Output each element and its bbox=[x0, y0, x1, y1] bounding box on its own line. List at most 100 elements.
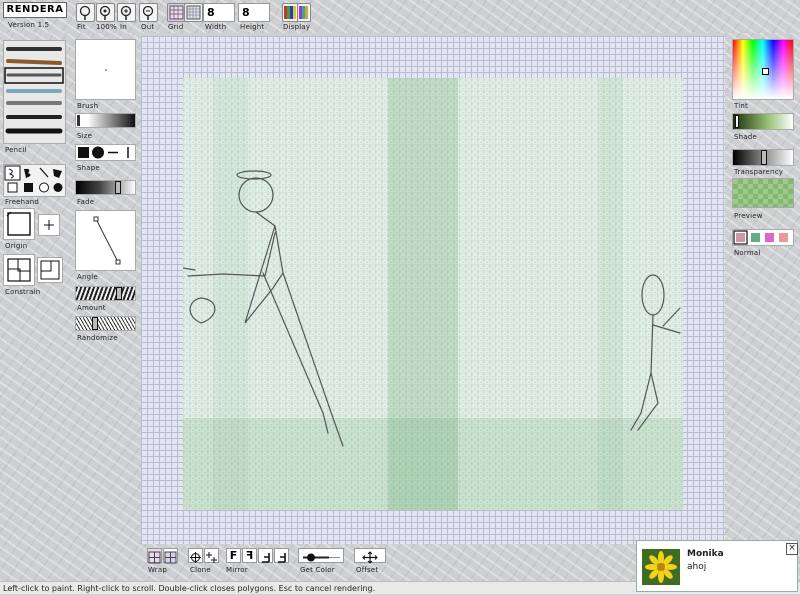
close-glyph: × bbox=[788, 543, 796, 553]
shade-slider-handle[interactable] bbox=[735, 115, 739, 128]
transparency-slider-handle[interactable] bbox=[761, 150, 767, 165]
magnifier-icon bbox=[99, 5, 111, 20]
tint-color-picker[interactable] bbox=[732, 39, 794, 100]
brush-label: Brush bbox=[77, 102, 99, 110]
amount-label: Amount bbox=[77, 304, 106, 312]
origin-corner[interactable] bbox=[3, 208, 35, 240]
clone-icon bbox=[206, 552, 217, 563]
freehand-label: Freehand bbox=[5, 198, 40, 206]
grid-label: Grid bbox=[168, 23, 184, 31]
randomize-slider[interactable] bbox=[75, 316, 136, 331]
app-version: Version 1.5 bbox=[8, 21, 50, 29]
notification-message: ahoj bbox=[687, 562, 707, 572]
amount-slider[interactable] bbox=[75, 286, 136, 301]
mirror-button-1[interactable]: F bbox=[226, 548, 241, 563]
wrap-icon bbox=[148, 551, 161, 564]
crosshair-icon bbox=[190, 552, 201, 563]
origin-label: Origin bbox=[5, 242, 28, 250]
fade-slider[interactable] bbox=[75, 180, 136, 195]
wrap-icon bbox=[164, 551, 177, 564]
tint-label: Tint bbox=[734, 102, 748, 110]
crosshair-icon bbox=[44, 220, 54, 230]
origin-corner-icon bbox=[6, 211, 31, 236]
fine-grid-icon bbox=[186, 5, 201, 20]
mirror-button-2[interactable]: ꟻ bbox=[242, 548, 257, 563]
wrap-button-2[interactable] bbox=[163, 548, 178, 564]
width-value: 8 bbox=[207, 6, 215, 19]
zoom-out-button[interactable] bbox=[139, 3, 158, 22]
mirror-horizontal-icon: ꟻ bbox=[245, 549, 254, 562]
zoom-in-icon bbox=[120, 5, 132, 20]
shade-slider[interactable] bbox=[732, 113, 794, 130]
angle-control[interactable] bbox=[75, 210, 136, 271]
width-input[interactable]: 8 bbox=[203, 3, 235, 22]
drawing-paper[interactable] bbox=[183, 78, 683, 510]
constrain-icon bbox=[7, 258, 31, 282]
close-icon[interactable]: × bbox=[786, 543, 798, 555]
shape-label: Shape bbox=[77, 164, 100, 172]
transparency-label: Transparency bbox=[734, 168, 784, 176]
fit-button[interactable] bbox=[76, 3, 95, 22]
size-label: Size bbox=[77, 132, 93, 140]
tint-picker-cursor[interactable] bbox=[762, 68, 769, 75]
randomize-slider-handle[interactable] bbox=[92, 317, 98, 330]
grid-icon bbox=[169, 5, 184, 20]
mirror-button-3[interactable] bbox=[258, 548, 273, 563]
chat-notification[interactable]: Monika ahoj × bbox=[636, 540, 798, 592]
randomize-label: Randomize bbox=[77, 334, 118, 342]
zoom-100-button[interactable] bbox=[96, 3, 115, 22]
color-bars-icon bbox=[299, 6, 308, 19]
mirror-vertical-icon bbox=[262, 553, 270, 563]
magnifier-icon bbox=[79, 5, 91, 20]
sketch-drawing bbox=[183, 78, 683, 510]
amount-slider-handle[interactable] bbox=[116, 287, 122, 300]
pencil-selector[interactable] bbox=[3, 40, 66, 144]
avatar bbox=[642, 549, 680, 585]
constrain-option-1[interactable] bbox=[3, 254, 35, 286]
constrain-option-2[interactable] bbox=[37, 257, 63, 283]
zoom-in-label: In bbox=[120, 23, 127, 31]
notification-sender: Monika bbox=[687, 549, 724, 559]
mirror-f-icon: F bbox=[229, 549, 238, 562]
display-label: Display bbox=[283, 23, 311, 31]
fade-slider-handle[interactable] bbox=[115, 181, 121, 194]
zoom-out-label: Out bbox=[141, 23, 155, 31]
grid-button-fine[interactable] bbox=[184, 3, 203, 22]
mirror-button-4[interactable] bbox=[274, 548, 289, 563]
wrap-label: Wrap bbox=[148, 566, 168, 574]
zoom-out-icon bbox=[142, 5, 154, 20]
height-label: Height bbox=[240, 23, 265, 31]
transparency-slider[interactable] bbox=[732, 149, 794, 166]
preview-label: Preview bbox=[734, 212, 763, 220]
constrain-icon bbox=[40, 260, 60, 280]
height-input[interactable]: 8 bbox=[238, 3, 270, 22]
freehand-tools[interactable] bbox=[3, 164, 66, 197]
width-label: Width bbox=[205, 23, 227, 31]
size-slider[interactable] bbox=[75, 113, 136, 128]
get-color-label: Get Color bbox=[300, 566, 335, 574]
clone-button-2[interactable] bbox=[204, 548, 219, 563]
get-color-button[interactable] bbox=[298, 548, 344, 563]
size-slider-handle[interactable] bbox=[77, 115, 80, 126]
zoom-in-button[interactable] bbox=[117, 3, 136, 22]
angle-label: Angle bbox=[77, 273, 98, 281]
brush-shape-icons bbox=[78, 146, 129, 159]
offset-button[interactable] bbox=[354, 548, 386, 564]
blend-mode-icons bbox=[733, 230, 788, 245]
constrain-label: Constrain bbox=[5, 288, 41, 296]
app-logo: RENDERA bbox=[3, 2, 67, 18]
shade-label: Shade bbox=[734, 133, 757, 141]
shape-tools-icon bbox=[4, 165, 63, 193]
fit-label: Fit bbox=[77, 23, 86, 31]
display-button-alt[interactable] bbox=[297, 3, 311, 22]
wrap-button-1[interactable] bbox=[147, 548, 162, 564]
origin-center[interactable] bbox=[38, 214, 60, 236]
mirror-both-icon bbox=[278, 553, 286, 563]
pencil-label: Pencil bbox=[5, 146, 27, 154]
clone-button-1[interactable] bbox=[188, 548, 203, 563]
brush-preview[interactable] bbox=[75, 39, 136, 100]
flower-avatar-icon bbox=[642, 549, 680, 585]
shape-selector[interactable] bbox=[75, 144, 136, 161]
blend-mode-selector[interactable] bbox=[732, 229, 794, 246]
brush-dot-icon bbox=[105, 69, 107, 71]
